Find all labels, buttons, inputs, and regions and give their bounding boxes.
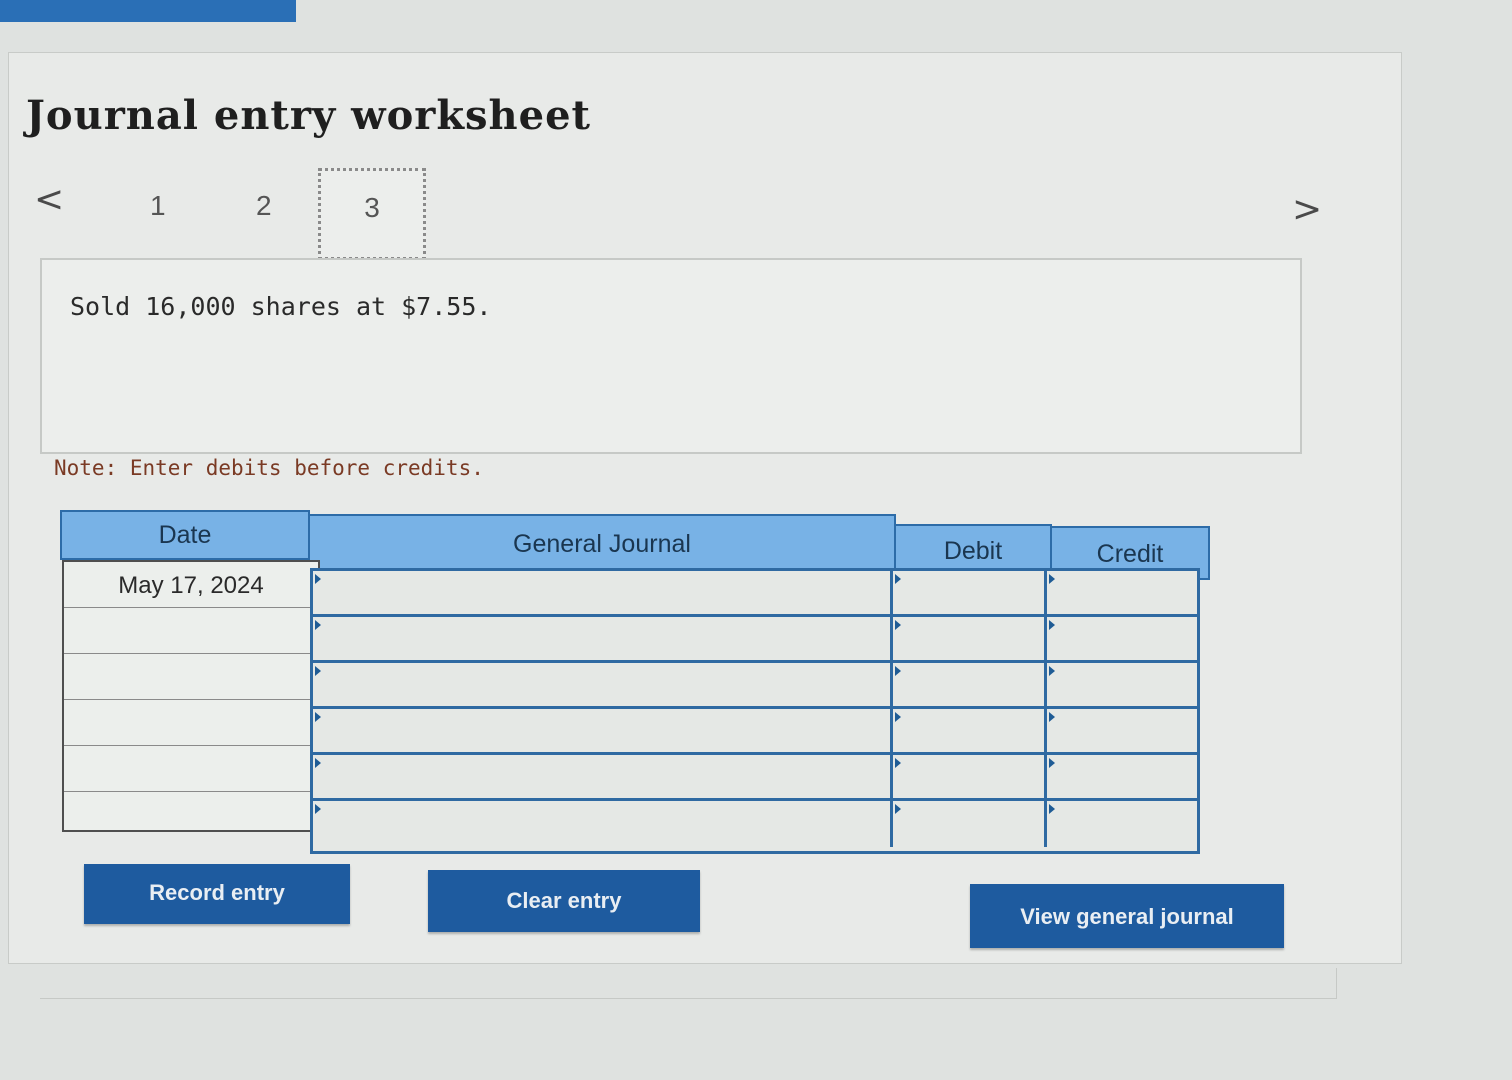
date-column: May 17, 2024 [62, 560, 320, 832]
header-date: Date [60, 510, 310, 560]
account-input[interactable] [313, 801, 893, 847]
table-row [313, 755, 1197, 801]
debit-input[interactable] [893, 755, 1047, 798]
step-tab-1[interactable]: 1 [150, 190, 166, 222]
debit-input[interactable] [893, 801, 1047, 847]
table-row [313, 571, 1197, 617]
transaction-description-box [40, 258, 1302, 454]
table-row [313, 663, 1197, 709]
credit-input[interactable] [1047, 617, 1197, 660]
credit-input[interactable] [1047, 801, 1197, 847]
date-cell [64, 792, 318, 837]
debit-input[interactable] [893, 663, 1047, 706]
table-row [313, 709, 1197, 755]
table-row [313, 801, 1197, 847]
transaction-description: Sold 16,000 shares at $7.55. [70, 292, 492, 321]
debit-input[interactable] [893, 617, 1047, 660]
date-cell [64, 700, 318, 746]
record-entry-button[interactable]: Record entry [84, 864, 350, 924]
page-title: Journal entry worksheet [26, 92, 592, 139]
entry-grid [310, 568, 1200, 854]
journal-entry-table: Date General Journal Debit Credit May 17… [60, 510, 1210, 854]
table-row [313, 617, 1197, 663]
account-input[interactable] [313, 709, 893, 752]
chevron-right-icon[interactable]: > [1292, 188, 1322, 232]
account-input[interactable] [313, 571, 893, 614]
debit-input[interactable] [893, 709, 1047, 752]
date-cell [64, 608, 318, 654]
date-cell: May 17, 2024 [64, 562, 318, 608]
view-general-journal-button[interactable]: View general journal [970, 884, 1284, 948]
chevron-left-icon[interactable]: < [34, 178, 64, 222]
account-input[interactable] [313, 755, 893, 798]
credit-input[interactable] [1047, 663, 1197, 706]
account-input[interactable] [313, 617, 893, 660]
date-cell [64, 654, 318, 700]
clear-entry-button[interactable]: Clear entry [428, 870, 700, 932]
note-text: Note: Enter debits before credits. [54, 456, 484, 480]
top-tab-bar [0, 0, 296, 22]
account-input[interactable] [313, 663, 893, 706]
date-cell [64, 746, 318, 792]
credit-input[interactable] [1047, 571, 1197, 614]
debit-input[interactable] [893, 571, 1047, 614]
header-general-journal: General Journal [308, 514, 896, 572]
credit-input[interactable] [1047, 709, 1197, 752]
step-tab-3-active[interactable]: 3 [318, 168, 426, 260]
panel-shadow-edge [40, 968, 1337, 999]
step-tab-2[interactable]: 2 [256, 190, 272, 222]
credit-input[interactable] [1047, 755, 1197, 798]
